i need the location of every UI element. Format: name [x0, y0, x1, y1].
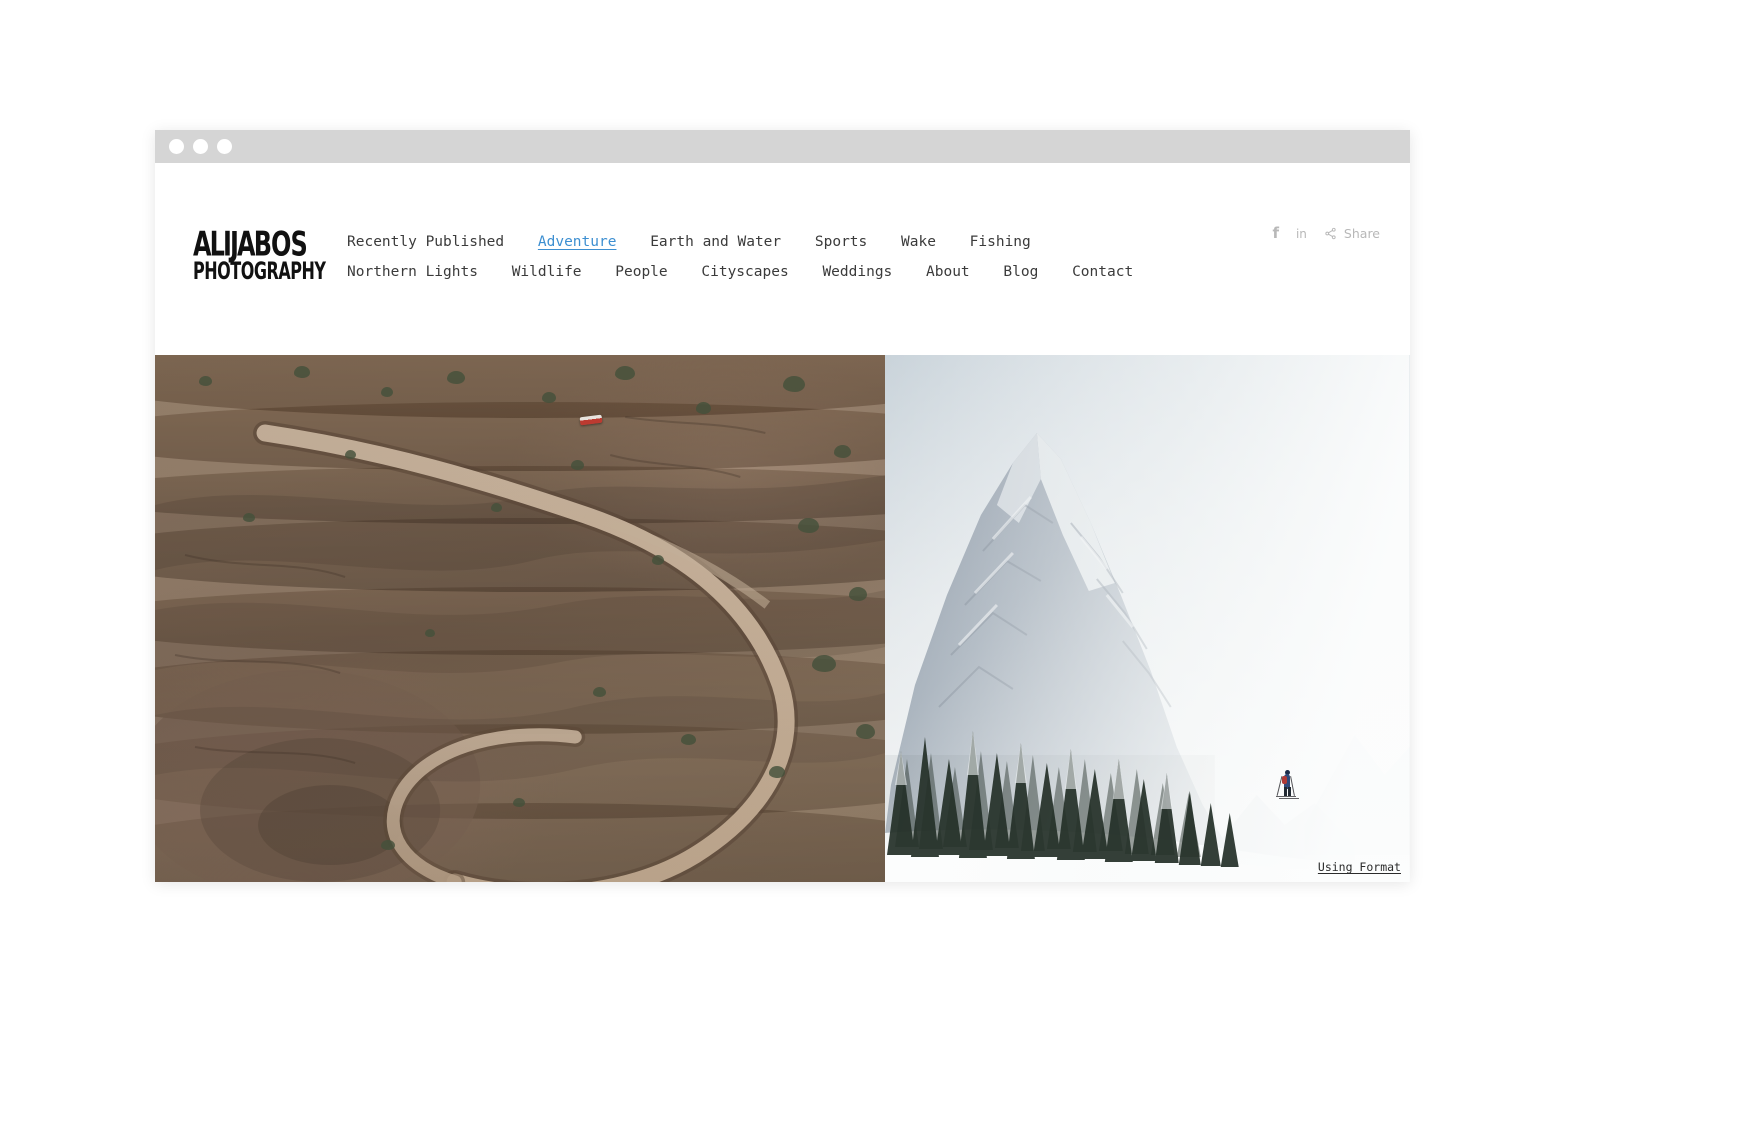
share-label: Share [1343, 226, 1380, 241]
gallery-photo-canyon-switchback-road[interactable] [155, 355, 886, 882]
nav-item-about[interactable]: About [926, 257, 970, 287]
nav-item-fishing[interactable]: Fishing [970, 227, 1031, 257]
browser-titlebar [155, 130, 1410, 163]
nav-item-earth-and-water[interactable]: Earth and Water [650, 227, 781, 257]
window-close-button[interactable] [169, 139, 184, 154]
nav-item-weddings[interactable]: Weddings [822, 257, 892, 287]
share-bar: f in Share [1272, 226, 1380, 242]
nav-item-contact[interactable]: Contact [1072, 257, 1133, 287]
snow-scene [885, 355, 1410, 882]
gallery-photo-snowy-mountain-skier[interactable]: Using Format [885, 355, 1410, 882]
nav-item-adventure[interactable]: Adventure [538, 227, 617, 257]
nav-item-people[interactable]: People [615, 257, 667, 287]
nav-item-northern-lights[interactable]: Northern Lights [347, 257, 478, 287]
nav-item-sports[interactable]: Sports [815, 227, 867, 257]
nav-item-wildlife[interactable]: Wildlife [512, 257, 582, 287]
window-zoom-button[interactable] [217, 139, 232, 154]
facebook-icon[interactable]: f [1272, 226, 1279, 241]
logo-wordmark-top: ALIJABOS [193, 228, 308, 262]
photo-gallery: Using Format [155, 355, 1410, 882]
nav-item-wake[interactable]: Wake [901, 227, 936, 257]
nav-item-recently-published[interactable]: Recently Published [347, 227, 504, 257]
primary-navigation: Recently Published Adventure Earth and W… [347, 227, 1167, 287]
nav-item-cityscapes[interactable]: Cityscapes [701, 257, 788, 287]
share-button[interactable]: Share [1324, 226, 1380, 241]
logo-wordmark-photography: PHOTOGRAPHY [193, 256, 326, 285]
using-format-link[interactable]: Using Format [1318, 860, 1401, 874]
site-logo[interactable]: ALIJABOS PHOTOGRAPHY [193, 228, 326, 285]
window-minimize-button[interactable] [193, 139, 208, 154]
browser-window: ALIJABOS PHOTOGRAPHY Recently Published … [155, 130, 1410, 882]
site-header: ALIJABOS PHOTOGRAPHY Recently Published … [155, 163, 1410, 355]
share-icon [1325, 227, 1336, 240]
linkedin-icon[interactable]: in [1296, 228, 1307, 240]
nav-item-blog[interactable]: Blog [1003, 257, 1038, 287]
